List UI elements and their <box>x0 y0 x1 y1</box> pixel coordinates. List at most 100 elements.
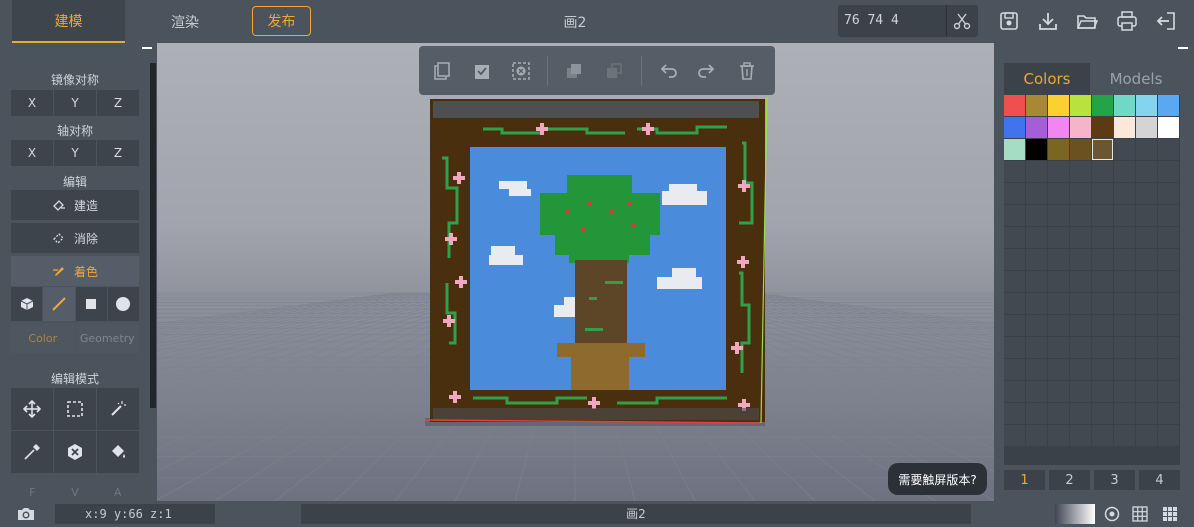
empty-swatch[interactable] <box>1114 381 1135 402</box>
empty-swatch[interactable] <box>1136 205 1157 226</box>
empty-swatch[interactable] <box>1158 425 1179 446</box>
empty-swatch[interactable] <box>1092 381 1113 402</box>
paint-button[interactable]: 着色 <box>11 256 139 286</box>
empty-swatch[interactable] <box>1136 227 1157 248</box>
empty-swatch[interactable] <box>1158 403 1179 424</box>
empty-swatch[interactable] <box>1114 359 1135 380</box>
empty-swatch[interactable] <box>1004 205 1025 226</box>
empty-swatch[interactable] <box>1092 249 1113 270</box>
empty-swatch[interactable] <box>1092 161 1113 182</box>
empty-swatch[interactable] <box>1070 227 1091 248</box>
empty-swatch[interactable] <box>1136 249 1157 270</box>
color-swatch[interactable] <box>1136 95 1157 116</box>
empty-swatch[interactable] <box>1158 183 1179 204</box>
empty-swatch[interactable] <box>1004 425 1025 446</box>
color-swatch[interactable] <box>1048 139 1069 160</box>
remove-tool[interactable] <box>54 431 96 473</box>
clear-selection-icon[interactable] <box>510 60 532 82</box>
empty-swatch[interactable] <box>1136 425 1157 446</box>
palette-page-2[interactable]: 2 <box>1049 470 1090 490</box>
print-icon[interactable] <box>1116 10 1138 32</box>
empty-swatch[interactable] <box>1004 381 1025 402</box>
empty-swatch[interactable] <box>1048 337 1069 358</box>
empty-swatch[interactable] <box>1070 425 1091 446</box>
empty-swatch[interactable] <box>1026 249 1047 270</box>
empty-swatch[interactable] <box>1158 227 1179 248</box>
tab-models[interactable]: Models <box>1090 63 1182 95</box>
fill-tool[interactable] <box>97 431 139 473</box>
color-swatch[interactable] <box>1092 117 1113 138</box>
color-swatch[interactable] <box>1048 117 1069 138</box>
color-swatch[interactable] <box>1158 95 1179 116</box>
empty-swatch[interactable] <box>1048 403 1069 424</box>
copy-icon[interactable] <box>431 60 453 82</box>
camera-icon[interactable] <box>16 506 36 522</box>
empty-swatch[interactable] <box>1114 139 1135 160</box>
empty-swatch[interactable] <box>1136 271 1157 292</box>
empty-swatch[interactable] <box>1114 315 1135 336</box>
empty-swatch[interactable] <box>1048 183 1069 204</box>
save-icon[interactable] <box>998 10 1020 32</box>
empty-swatch[interactable] <box>1114 161 1135 182</box>
empty-swatch[interactable] <box>1048 293 1069 314</box>
empty-swatch[interactable] <box>1048 205 1069 226</box>
empty-swatch[interactable] <box>1026 403 1047 424</box>
empty-swatch[interactable] <box>1026 425 1047 446</box>
touch-version-tip[interactable]: 需要触屏版本? <box>888 463 987 495</box>
color-tab[interactable]: Color <box>11 323 75 353</box>
empty-swatch[interactable] <box>1136 183 1157 204</box>
coordinate-value[interactable]: 76 74 4 <box>844 5 899 37</box>
axis-z-button[interactable]: Z <box>97 140 139 166</box>
tiles-icon[interactable] <box>1162 506 1178 522</box>
color-swatch[interactable] <box>1004 117 1025 138</box>
empty-swatch[interactable] <box>1026 161 1047 182</box>
scrollbar[interactable] <box>150 63 156 408</box>
empty-swatch[interactable] <box>1136 359 1157 380</box>
empty-swatch[interactable] <box>1048 381 1069 402</box>
empty-swatch[interactable] <box>1026 359 1047 380</box>
geometry-tab[interactable]: Geometry <box>75 323 139 353</box>
empty-swatch[interactable] <box>1158 381 1179 402</box>
empty-swatch[interactable] <box>1048 315 1069 336</box>
empty-swatch[interactable] <box>1092 337 1113 358</box>
empty-swatch[interactable] <box>1026 271 1047 292</box>
move-tool[interactable] <box>11 388 53 430</box>
empty-swatch[interactable] <box>1092 183 1113 204</box>
empty-swatch[interactable] <box>1048 425 1069 446</box>
erase-button[interactable]: 消除 <box>11 223 139 253</box>
empty-swatch[interactable] <box>1158 315 1179 336</box>
empty-swatch[interactable] <box>1114 293 1135 314</box>
download-icon[interactable] <box>1037 10 1059 32</box>
redo-icon[interactable] <box>696 60 718 82</box>
empty-swatch[interactable] <box>1070 293 1091 314</box>
empty-swatch[interactable] <box>1158 139 1179 160</box>
color-swatch[interactable] <box>1026 95 1047 116</box>
publish-button[interactable]: 发布 <box>252 6 311 36</box>
empty-swatch[interactable] <box>1136 315 1157 336</box>
empty-swatch[interactable] <box>1114 425 1135 446</box>
group-icon[interactable] <box>563 60 585 82</box>
empty-swatch[interactable] <box>1048 359 1069 380</box>
empty-swatch[interactable] <box>1026 205 1047 226</box>
empty-swatch[interactable] <box>1004 227 1025 248</box>
empty-swatch[interactable] <box>1070 381 1091 402</box>
tab-model[interactable]: 建模 <box>12 0 125 43</box>
empty-swatch[interactable] <box>1048 249 1069 270</box>
palette-page-1[interactable]: 1 <box>1004 470 1045 490</box>
empty-swatch[interactable] <box>1070 161 1091 182</box>
empty-swatch[interactable] <box>1092 425 1113 446</box>
background-gradient-swatch[interactable] <box>1055 504 1095 524</box>
empty-swatch[interactable] <box>1026 381 1047 402</box>
empty-swatch[interactable] <box>1070 205 1091 226</box>
empty-swatch[interactable] <box>1114 249 1135 270</box>
tab-colors[interactable]: Colors <box>1004 63 1090 95</box>
empty-swatch[interactable] <box>1070 403 1091 424</box>
empty-swatch[interactable] <box>1092 315 1113 336</box>
color-swatch[interactable] <box>1092 139 1113 160</box>
mirror-y-button[interactable]: Y <box>54 90 96 116</box>
select-tool[interactable] <box>54 388 96 430</box>
color-swatch[interactable] <box>1070 117 1091 138</box>
empty-swatch[interactable] <box>1158 337 1179 358</box>
empty-swatch[interactable] <box>1026 227 1047 248</box>
empty-swatch[interactable] <box>1158 205 1179 226</box>
